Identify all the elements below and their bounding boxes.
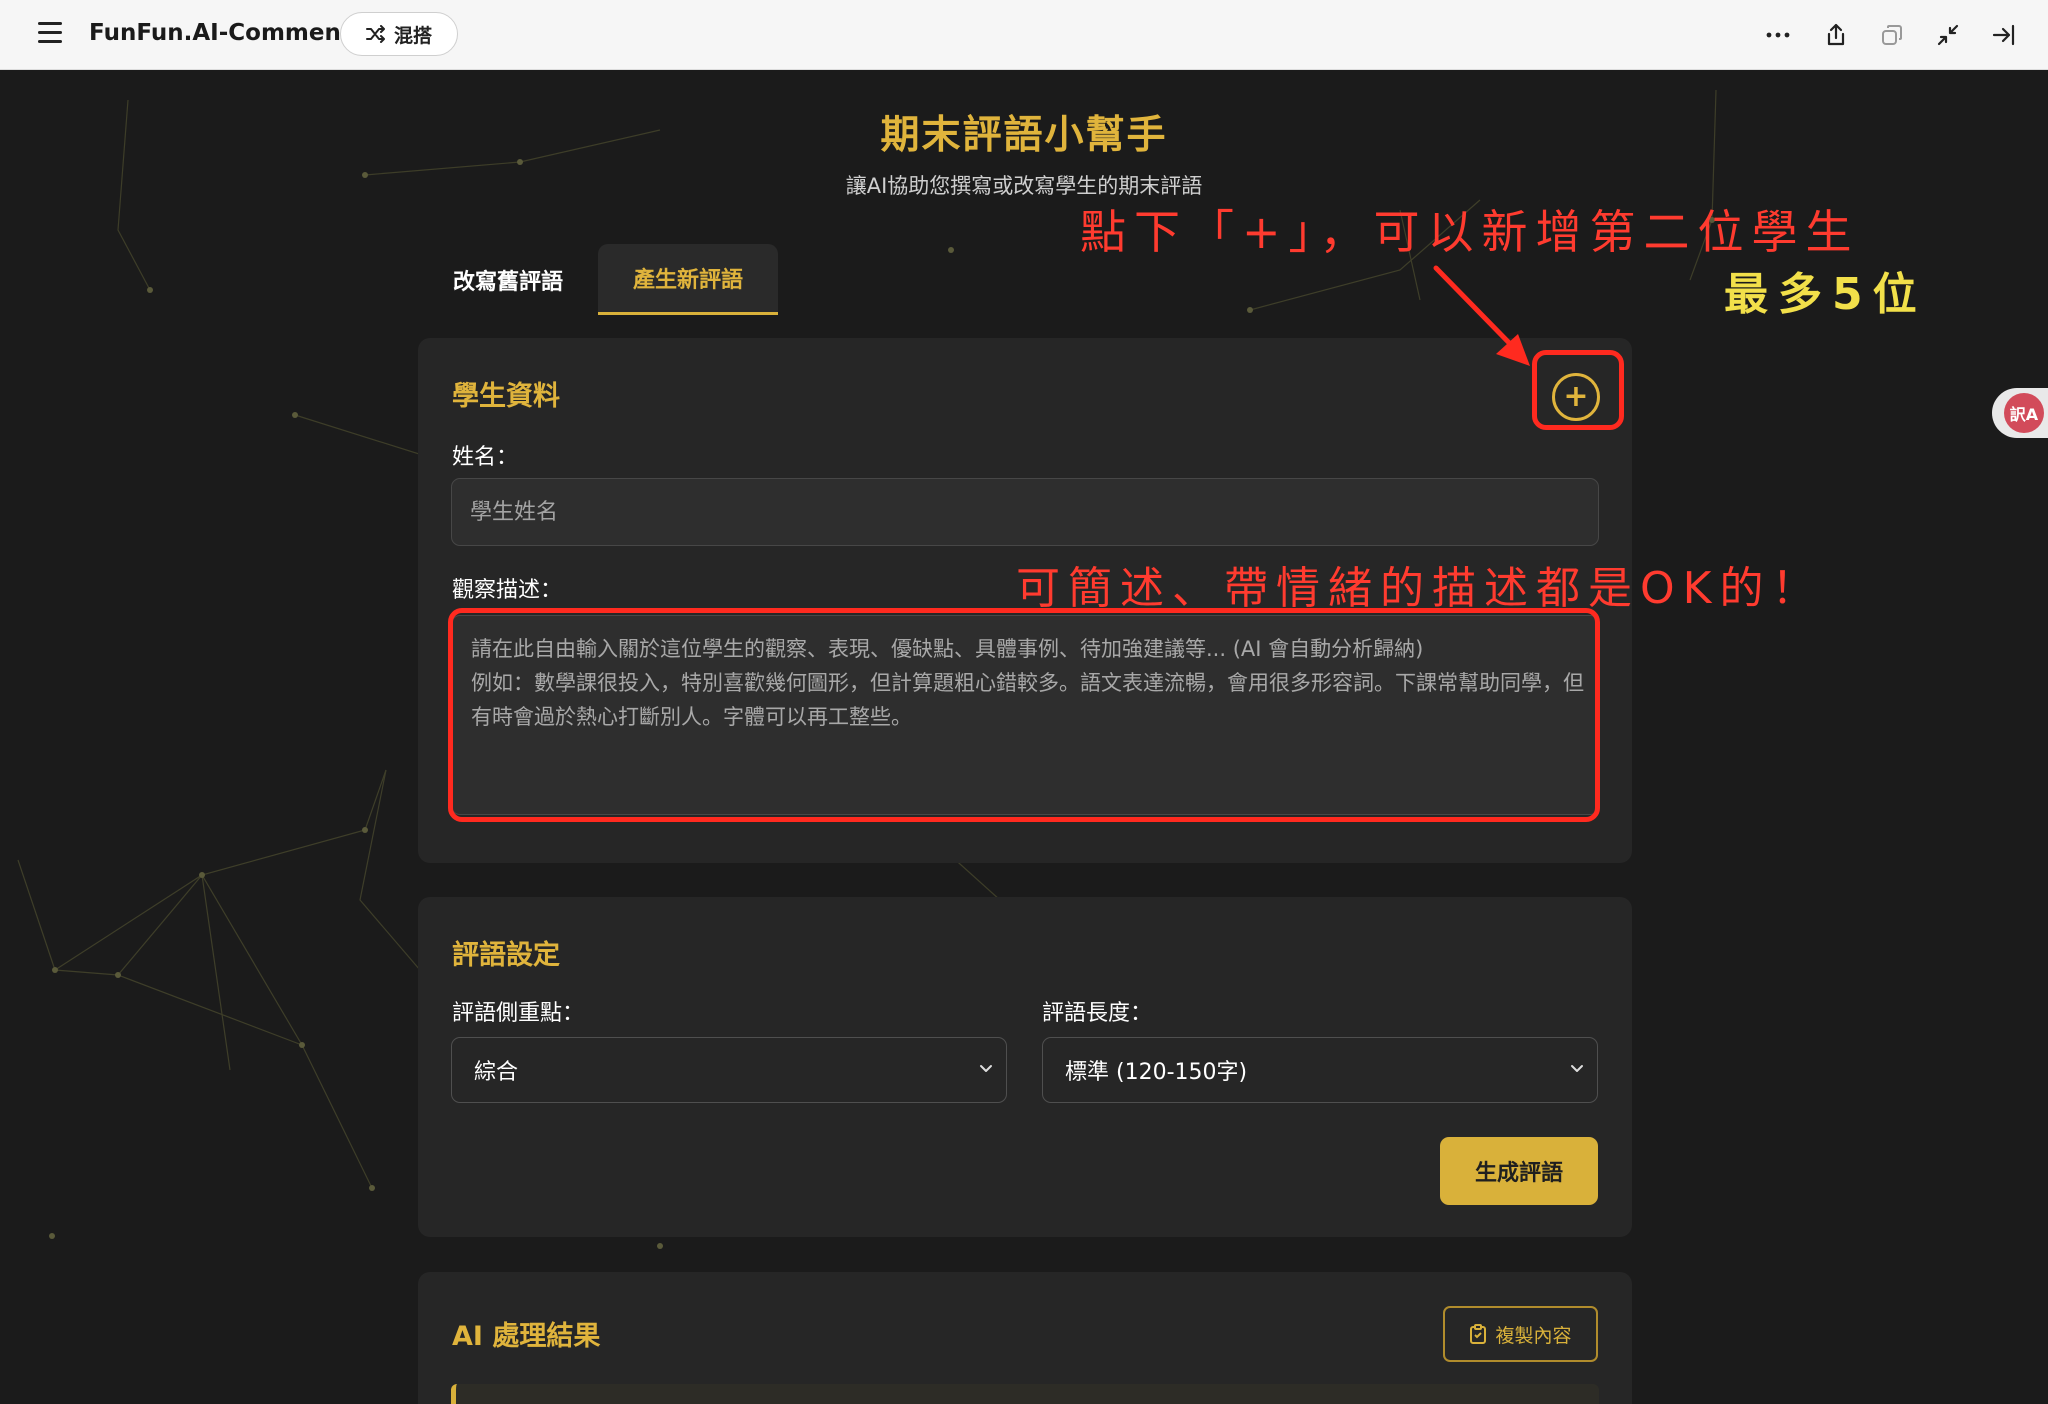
annotation-max-students: 最多5位 (1724, 269, 1927, 320)
generate-comment-button[interactable]: 生成評語 (1440, 1137, 1598, 1205)
name-label: 姓名： (452, 445, 519, 470)
clipboard-icon (1470, 1324, 1487, 1344)
more-icon[interactable] (1762, 19, 1794, 51)
chevron-down-icon (980, 1065, 992, 1072)
page-title: 期末評語小幫手 (880, 113, 1168, 158)
focus-select-value: 綜合 (474, 1060, 519, 1085)
settings-heading: 評語設定 (452, 940, 560, 971)
share-icon[interactable] (1820, 19, 1852, 51)
shuffle-icon (365, 25, 385, 43)
translate-icon: 訳A (2004, 393, 2044, 433)
length-label: 評語長度： (1042, 1001, 1153, 1026)
minimize-icon[interactable] (1932, 19, 1964, 51)
collapse-sidebar-icon[interactable] (1988, 19, 2020, 51)
top-bar: FunFun.AI-Comments 混搭 (0, 0, 2048, 70)
mix-button[interactable]: 混搭 (340, 12, 458, 56)
focus-label: 評語側重點： (452, 1001, 585, 1026)
focus-select[interactable]: 綜合 (451, 1037, 1007, 1103)
ai-result-card: AI 處理結果 複製內容 (418, 1272, 1632, 1404)
menu-icon[interactable] (36, 20, 64, 46)
length-select[interactable]: 標準 (120-150字) (1042, 1037, 1598, 1103)
duplicate-icon[interactable] (1876, 19, 1908, 51)
description-label: 觀察描述： (452, 578, 563, 603)
mix-button-label: 混搭 (393, 24, 432, 47)
result-heading: AI 處理結果 (452, 1321, 601, 1352)
length-select-value: 標準 (120-150字) (1065, 1060, 1248, 1085)
annotation-arrow-icon (1433, 265, 1530, 366)
copy-button-label: 複製內容 (1495, 1324, 1572, 1347)
result-output (451, 1384, 1599, 1404)
chevron-down-icon (1571, 1065, 1583, 1072)
tab-generate-comment[interactable]: 產生新評語 (598, 244, 778, 315)
copy-content-button[interactable]: 複製內容 (1443, 1306, 1598, 1362)
annotation-description-hint: 可簡述、帶情緒的描述都是OK的！ (1016, 563, 1824, 614)
app-title: FunFun.AI-Comments (89, 20, 366, 46)
annotation-highlight-textarea (448, 608, 1600, 822)
translate-widget[interactable]: 訳A (1992, 388, 2048, 438)
student-name-input[interactable] (451, 478, 1599, 546)
annotation-highlight-add (1532, 350, 1624, 430)
comment-settings-card: 評語設定 評語側重點： 綜合 評語長度： 標準 (120-150字) 生成評語 (418, 897, 1632, 1237)
annotation-add-student: 點下「+」，可以新增第二位學生 (1080, 205, 1860, 259)
student-info-heading: 學生資料 (452, 381, 560, 412)
tab-rewrite-comment[interactable]: 改寫舊評語 (436, 244, 580, 315)
